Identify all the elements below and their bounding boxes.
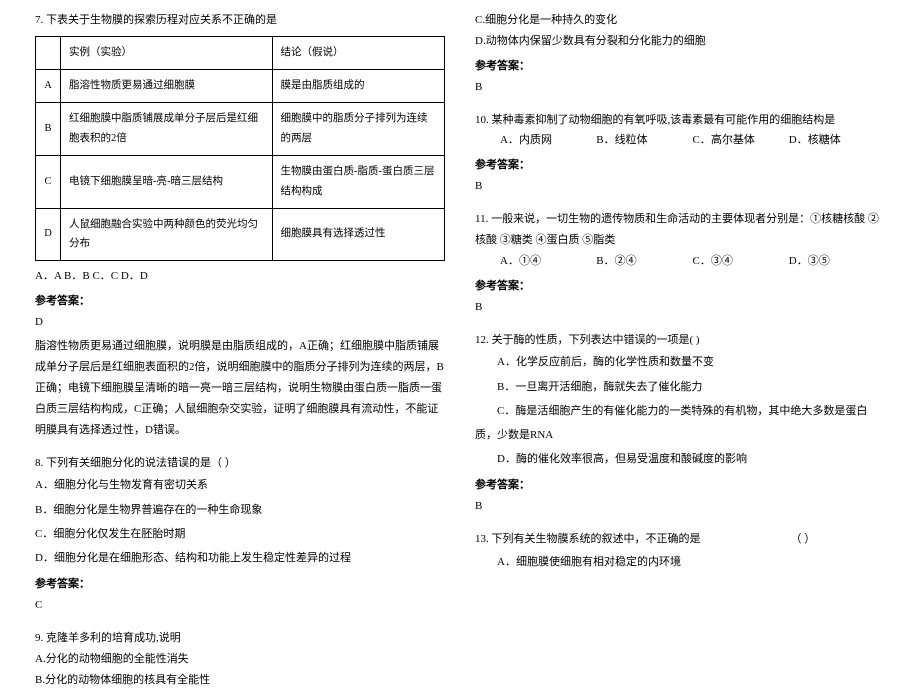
q10-opt-d: D．核糖体 bbox=[789, 130, 885, 151]
cell: 膜是由脂质组成的 bbox=[272, 69, 445, 102]
q11-opt-a: A．①④ bbox=[475, 251, 596, 272]
answer-label: 参考答案： bbox=[475, 276, 885, 297]
q7-options: A．A B．B C．C D．D bbox=[35, 266, 445, 287]
answer-label: 参考答案： bbox=[475, 155, 885, 176]
cell-b: B bbox=[36, 102, 61, 155]
cell: 脂溶性物质更易通过细胞膜 bbox=[61, 69, 273, 102]
table-row: D 人鼠细胞融合实验中两种颜色的荧光均匀分布 细胞膜具有选择透过性 bbox=[36, 208, 445, 261]
question-9-cont: C.细胞分化是一种持久的变化 D.动物体内保留少数具有分裂和分化能力的细胞 参考… bbox=[475, 10, 885, 98]
answer-label: 参考答案： bbox=[475, 56, 885, 77]
q12-opt-d: D．酶的催化效率很高，但易受温度和酸碱度的影响 bbox=[475, 447, 885, 471]
q7-answer: D bbox=[35, 312, 445, 333]
th-0 bbox=[36, 36, 61, 69]
cell: 生物膜由蛋白质-脂质-蛋白质三层结构构成 bbox=[272, 155, 445, 208]
q8-opt-c: C．细胞分化仅发生在胚胎时期 bbox=[35, 522, 445, 546]
th-1: 实例（实验） bbox=[61, 36, 273, 69]
answer-label: 参考答案： bbox=[35, 291, 445, 312]
cell-d: D bbox=[36, 208, 61, 261]
q8-opt-a: A．细胞分化与生物发育有密切关系 bbox=[35, 473, 445, 497]
table-row: C 电镜下细胞膜呈暗-亮-暗三层结构 生物膜由蛋白质-脂质-蛋白质三层结构构成 bbox=[36, 155, 445, 208]
q11-options: A．①④ B．②④ C．③④ D．③⑤ bbox=[475, 251, 885, 272]
q10-answer: B bbox=[475, 176, 885, 197]
cell-c: C bbox=[36, 155, 61, 208]
q9-answer: B bbox=[475, 77, 885, 98]
q9-opt-d: D.动物体内保留少数具有分裂和分化能力的细胞 bbox=[475, 31, 885, 52]
question-12: 12. 关于酶的性质，下列表达中错误的一项是( ) A．化学反应前后，酶的化学性… bbox=[475, 330, 885, 518]
question-10: 10. 某种毒素抑制了动物细胞的有氧呼吸,该毒素最有可能作用的细胞结构是 A．内… bbox=[475, 110, 885, 198]
q10-opt-b: B．线粒体 bbox=[596, 130, 692, 151]
cell-a: A bbox=[36, 69, 61, 102]
q9-text: 9. 克隆羊多利的培育成功,说明 bbox=[35, 628, 445, 649]
q12-opt-a: A．化学反应前后，酶的化学性质和数量不变 bbox=[475, 350, 885, 374]
answer-label: 参考答案： bbox=[35, 574, 445, 595]
q10-opt-a: A．内质网 bbox=[475, 130, 596, 151]
table-header-row: 实例（实验） 结论（假说） bbox=[36, 36, 445, 69]
q8-answer: C bbox=[35, 595, 445, 616]
left-column: 7. 下表关于生物膜的探索历程对应关系不正确的是 实例（实验） 结论（假说） A… bbox=[20, 10, 460, 641]
th-2: 结论（假说） bbox=[272, 36, 445, 69]
q7-explanation: 脂溶性物质更易通过细胞膜，说明膜是由脂质组成的，A正确；红细胞膜中脂质铺展成单分… bbox=[35, 336, 445, 440]
q13-opt-a: A．细胞膜使细胞有相对稳定的内环境 bbox=[475, 550, 885, 574]
q7-table: 实例（实验） 结论（假说） A 脂溶性物质更易通过细胞膜 膜是由脂质组成的 B … bbox=[35, 36, 445, 262]
q12-opt-c: C．酶是活细胞产生的有催化能力的一类特殊的有机物，其中绝大多数是蛋白质，少数是R… bbox=[475, 399, 885, 447]
right-column: C.细胞分化是一种持久的变化 D.动物体内保留少数具有分裂和分化能力的细胞 参考… bbox=[460, 10, 900, 641]
q11-opt-c: C．③④ bbox=[693, 251, 789, 272]
question-13: 13. 下列有关生物膜系统的叙述中，不正确的是 （ ） A．细胞膜使细胞有相对稳定… bbox=[475, 529, 885, 574]
cell: 红细胞膜中脂质铺展成单分子层后是红细胞表积的2倍 bbox=[61, 102, 273, 155]
q8-opt-b: B．细胞分化是生物界普遍存在的一种生命现象 bbox=[35, 498, 445, 522]
q13-text: 13. 下列有关生物膜系统的叙述中，不正确的是 （ ） bbox=[475, 529, 885, 550]
q9-opt-c: C.细胞分化是一种持久的变化 bbox=[475, 10, 885, 31]
q8-opt-d: D．细胞分化是在细胞形态、结构和功能上发生稳定性差异的过程 bbox=[35, 546, 445, 570]
q13-text-part2: （ ） bbox=[791, 533, 816, 545]
question-11: 11. 一般来说，一切生物的遗传物质和生命活动的主要体现者分别是：①核糖核酸 ②… bbox=[475, 209, 885, 317]
q9-opt-a: A.分化的动物细胞的全能性消失 bbox=[35, 649, 445, 670]
q12-text: 12. 关于酶的性质，下列表达中错误的一项是( ) bbox=[475, 330, 885, 351]
q10-text: 10. 某种毒素抑制了动物细胞的有氧呼吸,该毒素最有可能作用的细胞结构是 bbox=[475, 110, 885, 131]
q10-opt-c: C．高尔基体 bbox=[693, 130, 789, 151]
q11-text: 11. 一般来说，一切生物的遗传物质和生命活动的主要体现者分别是：①核糖核酸 ②… bbox=[475, 209, 885, 251]
q7-text: 7. 下表关于生物膜的探索历程对应关系不正确的是 bbox=[35, 10, 445, 31]
q8-text: 8. 下列有关细胞分化的说法错误的是（ ） bbox=[35, 453, 445, 474]
cell: 人鼠细胞融合实验中两种颜色的荧光均匀分布 bbox=[61, 208, 273, 261]
q13-text-part1: 13. 下列有关生物膜系统的叙述中，不正确的是 bbox=[475, 533, 701, 545]
question-8: 8. 下列有关细胞分化的说法错误的是（ ） A．细胞分化与生物发育有密切关系 B… bbox=[35, 453, 445, 616]
cell: 电镜下细胞膜呈暗-亮-暗三层结构 bbox=[61, 155, 273, 208]
q9-opt-b: B.分化的动物体细胞的核具有全能性 bbox=[35, 670, 445, 691]
question-7: 7. 下表关于生物膜的探索历程对应关系不正确的是 实例（实验） 结论（假说） A… bbox=[35, 10, 445, 441]
cell: 细胞膜中的脂质分子排列为连续的两层 bbox=[272, 102, 445, 155]
table-row: A 脂溶性物质更易通过细胞膜 膜是由脂质组成的 bbox=[36, 69, 445, 102]
table-row: B 红细胞膜中脂质铺展成单分子层后是红细胞表积的2倍 细胞膜中的脂质分子排列为连… bbox=[36, 102, 445, 155]
q11-answer: B bbox=[475, 297, 885, 318]
q12-opt-b: B．一旦离开活细胞，酶就失去了催化能力 bbox=[475, 375, 885, 399]
q10-options: A．内质网 B．线粒体 C．高尔基体 D．核糖体 bbox=[475, 130, 885, 151]
q12-answer: B bbox=[475, 496, 885, 517]
q11-opt-d: D．③⑤ bbox=[789, 251, 885, 272]
q11-opt-b: B．②④ bbox=[596, 251, 692, 272]
cell: 细胞膜具有选择透过性 bbox=[272, 208, 445, 261]
answer-label: 参考答案： bbox=[475, 475, 885, 496]
question-9: 9. 克隆羊多利的培育成功,说明 A.分化的动物细胞的全能性消失 B.分化的动物… bbox=[35, 628, 445, 691]
